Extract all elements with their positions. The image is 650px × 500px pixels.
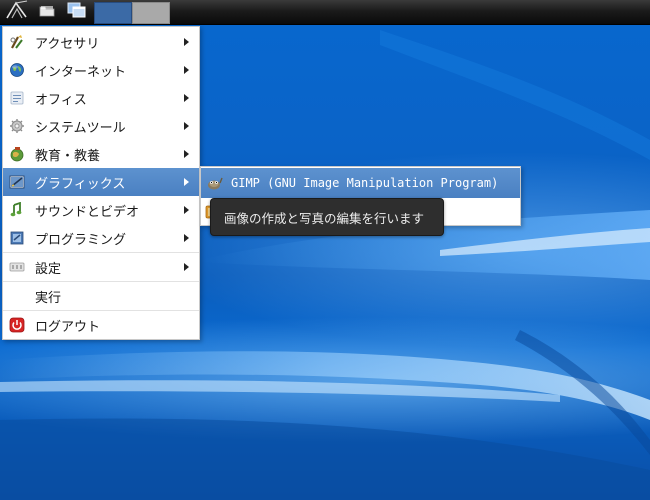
menu-item-label: 設定	[35, 261, 62, 277]
accessories-icon	[9, 34, 25, 50]
start-menu-button[interactable]	[0, 0, 34, 25]
submenu-arrow-icon	[184, 178, 189, 186]
menu-item-label: サウンドとビデオ	[35, 204, 140, 220]
menu-item-label: ログアウト	[35, 319, 101, 335]
tooltip: 画像の作成と写真の編集を行います	[210, 198, 444, 236]
menu-item-accessories[interactable]: アクセサリ	[3, 28, 199, 56]
start-menu-icon	[5, 0, 29, 24]
menu-item-logout[interactable]: ログアウト	[3, 311, 199, 339]
menu-item-label: 実行	[35, 290, 62, 306]
workspace-1-button[interactable]	[94, 1, 132, 24]
show-desktop-icon	[67, 1, 87, 23]
system-tools-icon	[9, 118, 25, 134]
menu-item-office[interactable]: オフィス	[3, 84, 199, 112]
show-desktop-button[interactable]	[60, 0, 94, 25]
submenu-arrow-icon	[184, 94, 189, 102]
office-icon	[9, 90, 25, 106]
sound-video-icon	[9, 202, 25, 218]
menu-item-label: プログラミング	[35, 232, 127, 248]
menu-item-system-tools[interactable]: システムツール	[3, 112, 199, 140]
file-manager-icon	[39, 3, 55, 21]
menu-item-programming[interactable]: プログラミング	[3, 224, 199, 252]
submenu-arrow-icon	[184, 66, 189, 74]
submenu-arrow-icon	[184, 263, 189, 271]
submenu-arrow-icon	[184, 38, 189, 46]
blank-icon	[9, 288, 25, 304]
gimp-icon	[205, 175, 223, 191]
education-icon	[9, 146, 25, 162]
settings-icon	[9, 259, 25, 275]
file-manager-button[interactable]	[34, 0, 60, 25]
submenu-arrow-icon	[184, 150, 189, 158]
submenu-item-gimp[interactable]: GIMP (GNU Image Manipulation Program)	[201, 168, 520, 198]
submenu-arrow-icon	[184, 206, 189, 214]
application-menu: アクセサリ インターネット オフィス システムツール 教育・教養 グラフィックス…	[2, 26, 200, 340]
programming-icon	[9, 230, 25, 246]
top-panel	[0, 0, 650, 25]
menu-item-internet[interactable]: インターネット	[3, 56, 199, 84]
submenu-item-label: GIMP (GNU Image Manipulation Program)	[231, 176, 499, 190]
logout-icon	[9, 317, 25, 333]
graphics-icon	[9, 174, 25, 190]
tooltip-text: 画像の作成と写真の編集を行います	[224, 210, 425, 226]
menu-item-label: オフィス	[35, 92, 87, 108]
workspace-2-button[interactable]	[132, 1, 170, 24]
menu-item-sound-video[interactable]: サウンドとビデオ	[3, 196, 199, 224]
internet-globe-icon	[9, 62, 25, 78]
submenu-arrow-icon	[184, 122, 189, 130]
menu-item-settings[interactable]: 設定	[3, 253, 199, 281]
submenu-arrow-icon	[184, 234, 189, 242]
menu-item-graphics[interactable]: グラフィックス	[3, 168, 199, 196]
menu-item-label: システムツール	[35, 120, 126, 136]
menu-item-label: アクセサリ	[35, 36, 100, 52]
menu-item-label: 教育・教養	[35, 148, 101, 164]
menu-item-education[interactable]: 教育・教養	[3, 140, 199, 168]
menu-item-run[interactable]: 実行	[3, 282, 199, 310]
menu-item-label: インターネット	[35, 64, 127, 80]
menu-item-label: グラフィックス	[35, 176, 126, 192]
